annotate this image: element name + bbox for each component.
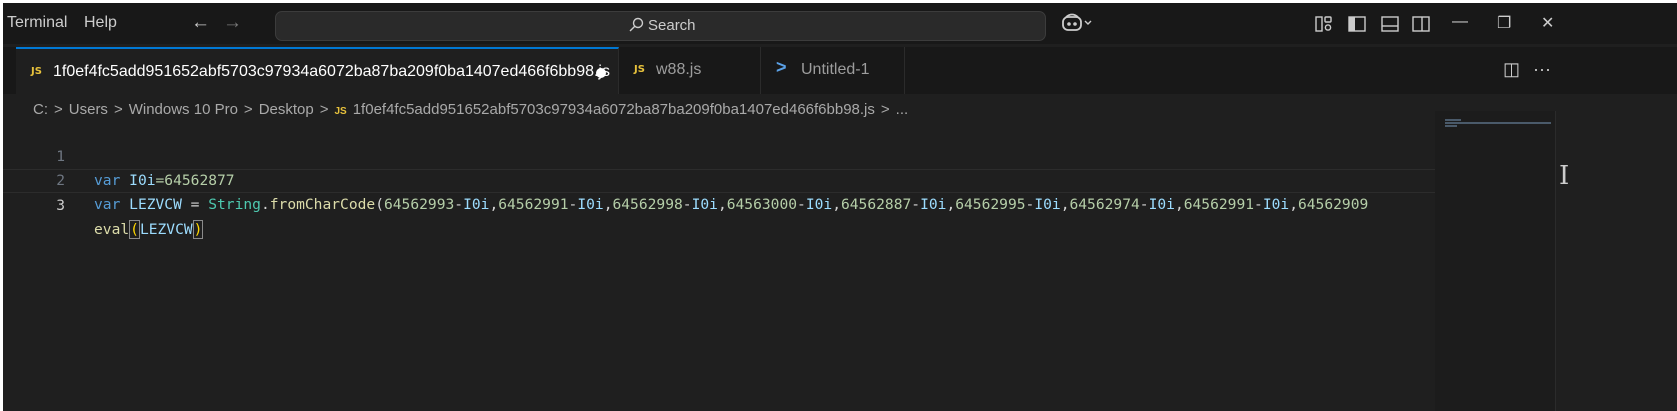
code-line-3: 3 eval(LEZVCW) xyxy=(3,169,1503,239)
breadcrumb-user[interactable]: Windows 10 Pro xyxy=(129,101,238,118)
toggle-secondary-sidebar-icon[interactable] xyxy=(1412,16,1430,37)
code-operator: - xyxy=(1025,196,1035,213)
minimize-button[interactable]: — xyxy=(1452,13,1468,31)
code-number: 64562995 xyxy=(955,196,1026,213)
code-number: 64562909 xyxy=(1297,196,1369,213)
code-number: 64562993 xyxy=(383,196,455,213)
breadcrumb-symbols[interactable]: ... xyxy=(896,101,909,118)
minimap-line xyxy=(1445,125,1457,127)
code-identifier: I0i xyxy=(1034,196,1061,213)
chevron-right-icon: > xyxy=(880,101,890,118)
minimap-line xyxy=(1445,119,1461,121)
chevron-right-icon: > xyxy=(243,101,253,118)
split-editor-icon[interactable]: ◫ xyxy=(1503,59,1520,80)
line-number: 3 xyxy=(56,197,65,214)
code-comma: , xyxy=(1174,196,1184,213)
code-operator: - xyxy=(682,196,692,213)
js-file-icon: JS xyxy=(31,66,42,77)
code-operator: - xyxy=(1254,196,1263,213)
code-identifier: I0i xyxy=(463,196,490,213)
toggle-panel-icon[interactable] xyxy=(1381,16,1399,37)
vertical-scrollbar[interactable] xyxy=(1555,111,1569,411)
breadcrumb-users[interactable]: Users xyxy=(69,101,108,118)
code-text: eval(LEZVCW) xyxy=(94,220,204,239)
tab-label: 1f0ef4fc5add951652abf5703c97934a6072ba87… xyxy=(53,63,610,80)
back-arrow-icon[interactable]: ← xyxy=(191,12,210,34)
tab-untitled-1[interactable]: > Untitled-1 xyxy=(761,47,905,94)
code-operator: - xyxy=(911,196,921,213)
minimap[interactable] xyxy=(1435,111,1555,411)
code-operator: - xyxy=(797,196,806,213)
code-comma: , xyxy=(832,196,841,213)
code-comma: , xyxy=(489,196,499,213)
code-identifier: I0i xyxy=(805,196,833,213)
tab-w88-js[interactable]: JS w88.js xyxy=(619,47,761,94)
code-operator: - xyxy=(454,196,464,213)
code-number: 64563000 xyxy=(726,196,798,213)
menu-help[interactable]: Help xyxy=(84,14,117,32)
more-actions-icon[interactable]: ··· xyxy=(1533,59,1551,80)
text-cursor-icon: I xyxy=(1559,161,1570,191)
code-comma: , xyxy=(1289,196,1298,213)
code-editor[interactable]: 1 var I0i=64562877 2 var LEZVCW = String… xyxy=(3,121,1503,411)
unsaved-dot-icon[interactable] xyxy=(596,68,606,78)
chevron-right-icon: > xyxy=(113,101,123,118)
search-label: Search xyxy=(648,17,696,34)
tab-1f0ef4-js[interactable]: JS 1f0ef4fc5add951652abf5703c97934a6072b… xyxy=(16,47,619,94)
title-bar: Terminal Help ← → Search — ❐ ✕ xyxy=(3,3,1677,44)
js-file-icon: JS xyxy=(334,106,347,117)
restore-button[interactable]: ❐ xyxy=(1497,13,1511,33)
code-comma: , xyxy=(717,196,727,213)
search-content: Search xyxy=(628,17,696,34)
copilot-icon[interactable] xyxy=(1061,13,1095,38)
tab-label: Untitled-1 xyxy=(801,61,870,78)
code-operator: - xyxy=(1139,196,1149,213)
code-comma: , xyxy=(946,196,956,213)
chevron-right-icon: > xyxy=(319,101,329,118)
editor-tab-bar: JS 1f0ef4fc5add951652abf5703c97934a6072b… xyxy=(3,47,1677,94)
code-operator: - xyxy=(568,196,578,213)
search-icon xyxy=(629,17,644,32)
close-button[interactable]: ✕ xyxy=(1541,13,1554,33)
breadcrumb-drive[interactable]: C: xyxy=(33,101,48,118)
code-number: 64562991 xyxy=(498,196,569,213)
code-number: 64562991 xyxy=(1183,196,1255,213)
code-identifier: I0i xyxy=(577,196,604,213)
code-identifier: I0i xyxy=(920,196,947,213)
breadcrumb-file[interactable]: 1f0ef4fc5add951652abf5703c97934a6072ba87… xyxy=(353,101,875,118)
forward-arrow-icon[interactable]: → xyxy=(223,12,242,34)
toggle-primary-sidebar-icon[interactable] xyxy=(1348,16,1366,37)
customize-layout-icon[interactable] xyxy=(1315,16,1333,37)
code-identifier: I0i xyxy=(1148,196,1175,213)
code-identifier: I0i xyxy=(1262,196,1290,213)
menu-terminal[interactable]: Terminal xyxy=(7,14,67,32)
code-number: 64562887 xyxy=(840,196,912,213)
code-identifier: I0i xyxy=(691,196,718,213)
breadcrumb: C: > Users > Windows 10 Pro > Desktop > JS 1f0ef4… xyxy=(33,101,908,118)
vscode-window: Terminal Help ← → Search — ❐ ✕ JS 1f0ef4… xyxy=(3,3,1677,411)
code-number: 64562998 xyxy=(612,196,683,213)
code-text: var LEZVCW = String.fromCharCode(6456299… xyxy=(94,196,1369,213)
code-number: 64562974 xyxy=(1069,196,1140,213)
breadcrumb-desktop[interactable]: Desktop xyxy=(259,101,314,118)
js-file-icon: JS xyxy=(634,64,645,75)
code-line-2: 2 var LEZVCW = String.fromCharCode(64562… xyxy=(3,145,1503,213)
minimap-line xyxy=(1445,122,1551,124)
code-line-1: 1 var I0i=64562877 xyxy=(3,121,1503,189)
tab-label: w88.js xyxy=(656,61,702,78)
terminal-file-icon: > xyxy=(776,57,787,77)
chevron-right-icon: > xyxy=(54,101,63,118)
command-center-search[interactable]: Search xyxy=(275,11,1046,41)
